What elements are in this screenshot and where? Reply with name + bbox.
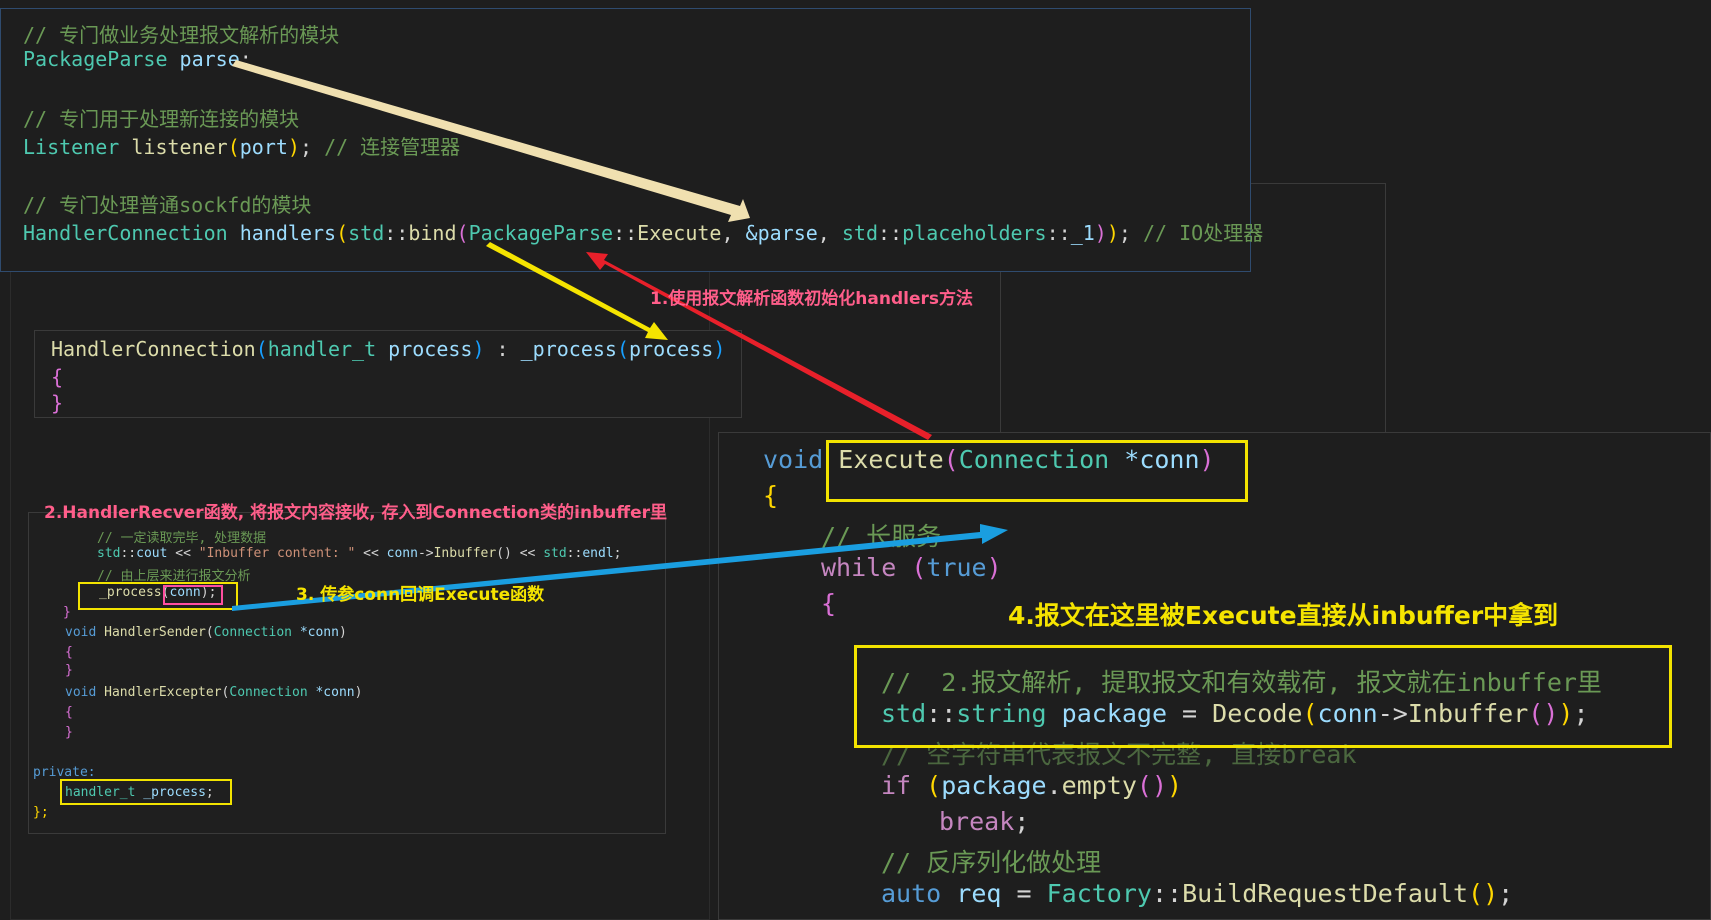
annotation-2: 2.HandlerRecver函数, 将报文内容接收, 存入到Connectio… bbox=[44, 503, 668, 523]
annotation-1: 1.使用报文解析函数初始化handlers方法 bbox=[650, 289, 973, 309]
ctor-name: HandlerConnection bbox=[51, 337, 256, 361]
process-member-box bbox=[60, 779, 232, 805]
annotation-3: 3. 传参conn回调Execute函数 bbox=[296, 585, 545, 605]
constructor-code-panel: HandlerConnection(handler_t process) : _… bbox=[34, 330, 742, 418]
conn-arg-box bbox=[163, 585, 223, 605]
execute-signature-box bbox=[826, 440, 1248, 502]
top-code-panel: // 专门做业务处理报文解析的模块 PackageParse parse; //… bbox=[0, 8, 1263, 272]
annotation-4: 4.报文在这里被Execute直接从inbuffer中拿到 bbox=[1008, 601, 1559, 630]
decode-box bbox=[854, 645, 1672, 748]
